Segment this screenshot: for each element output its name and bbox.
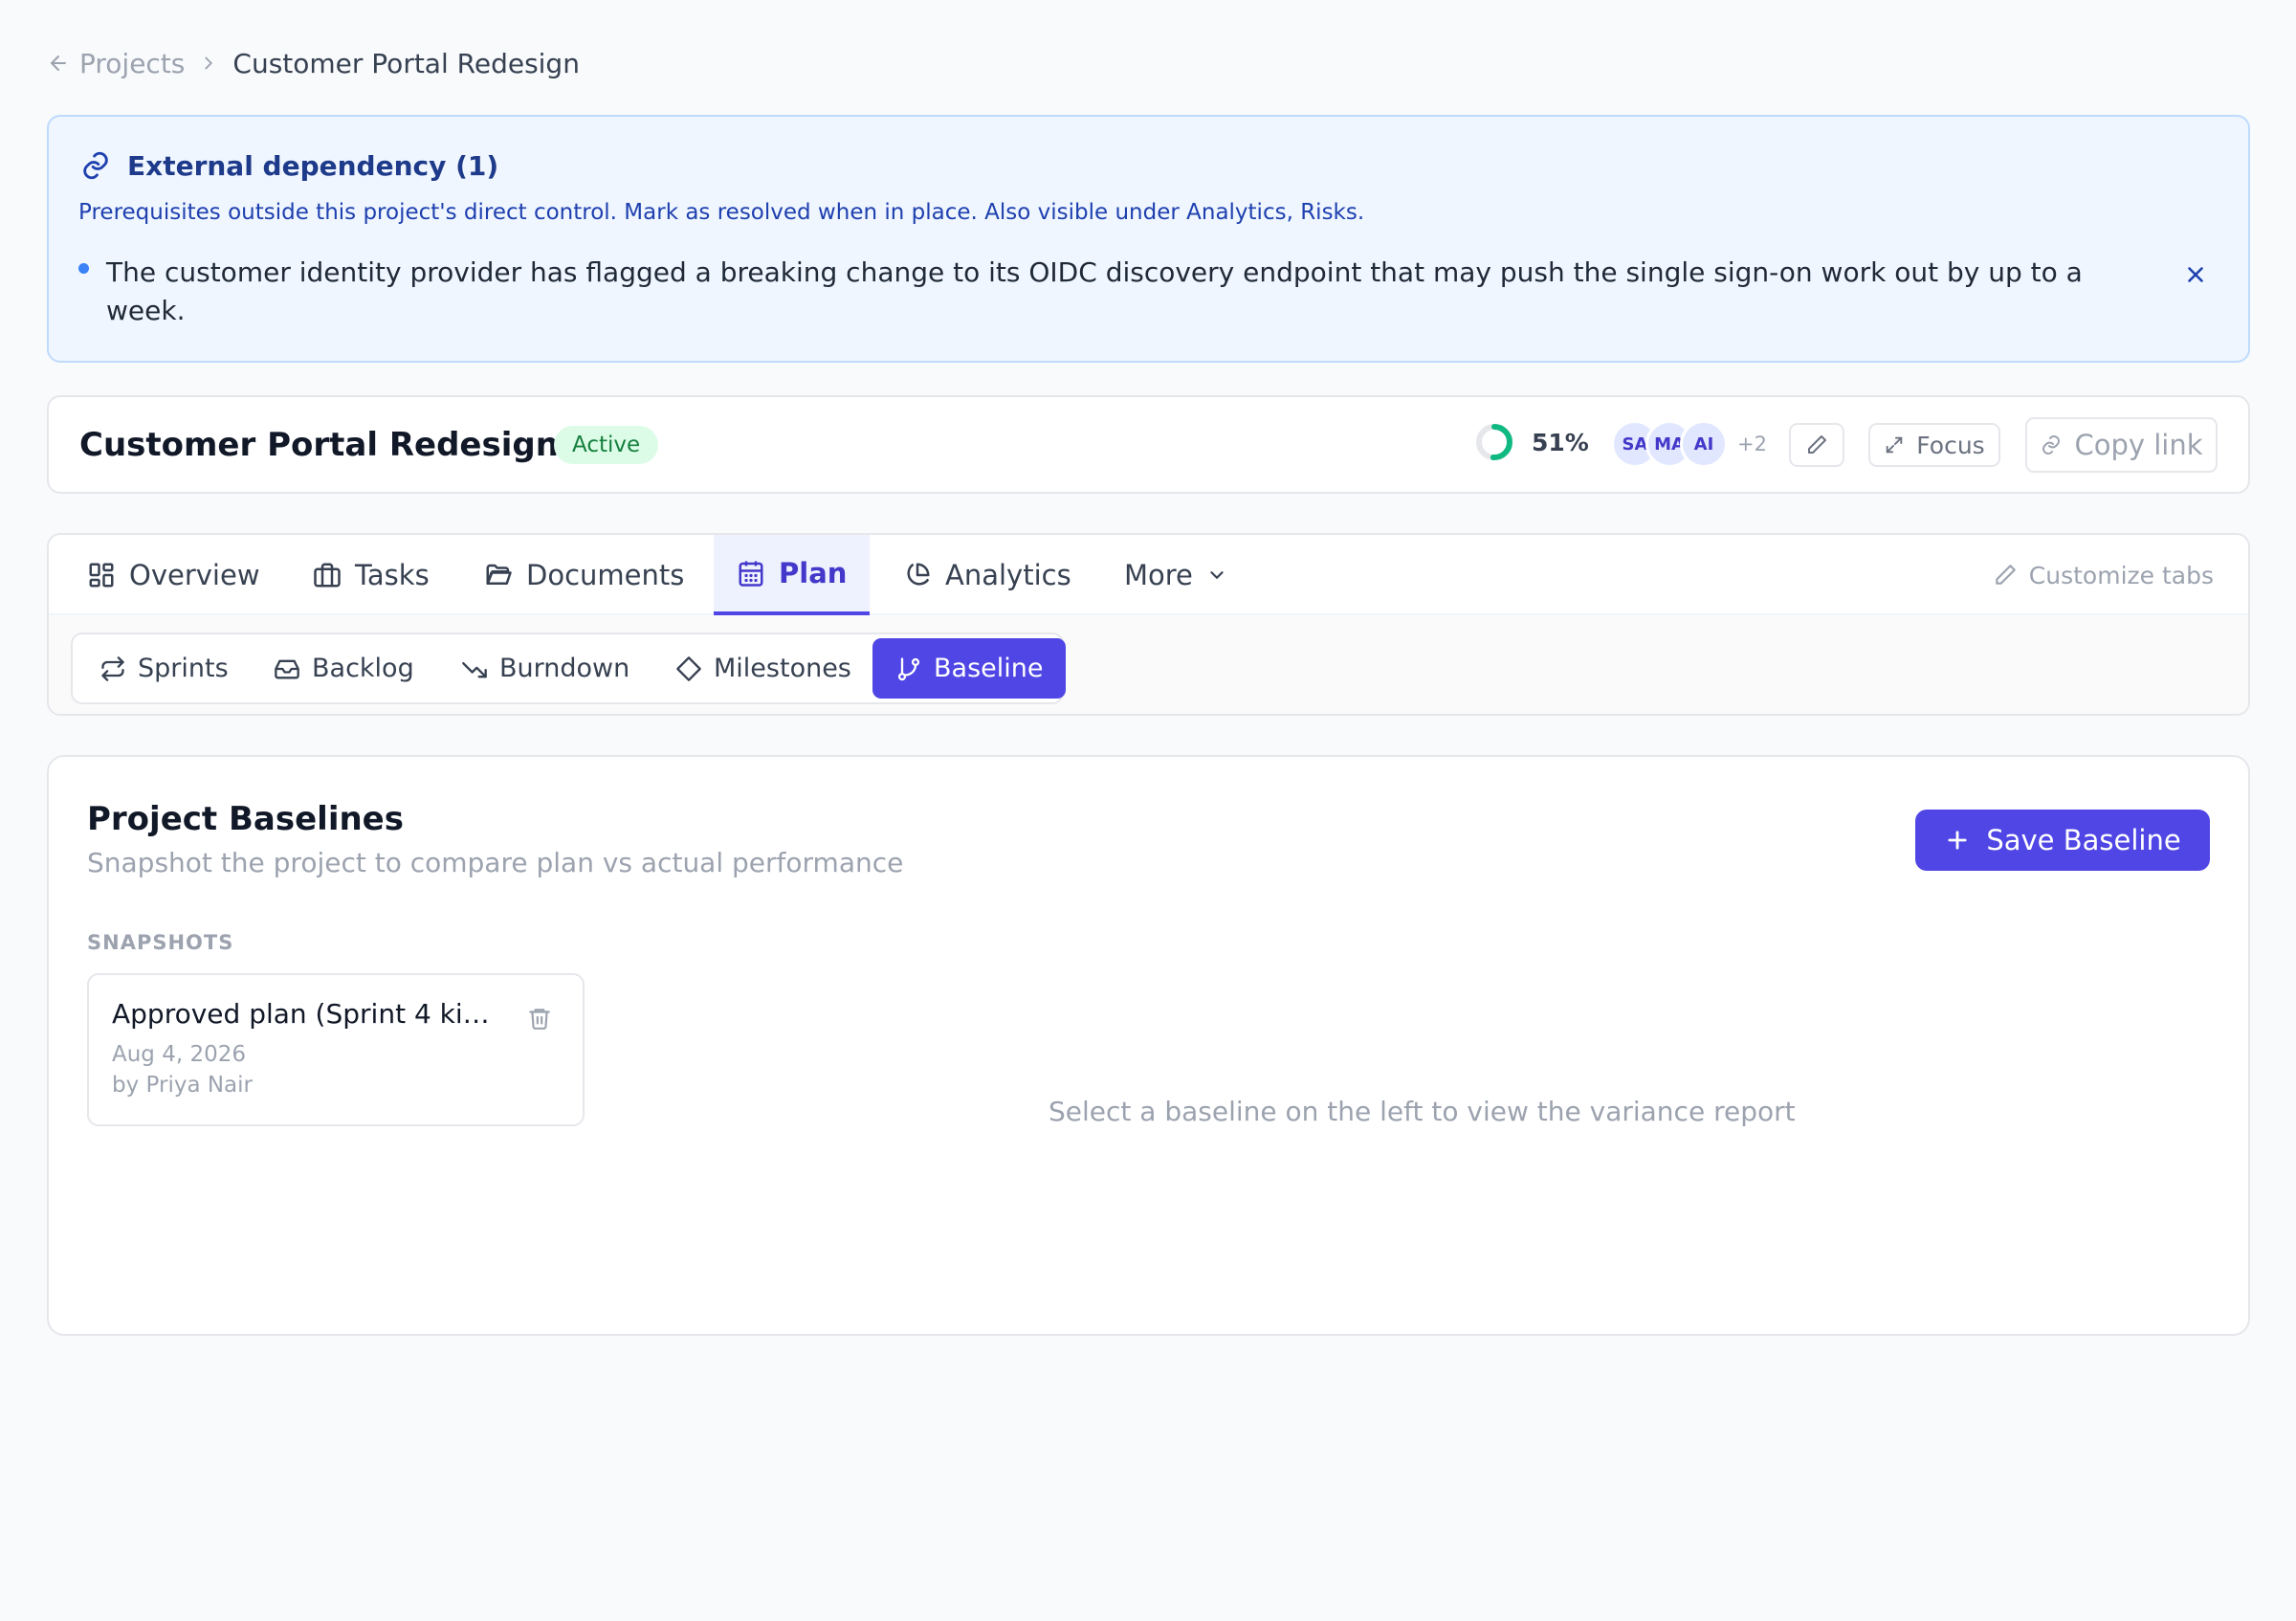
customize-tabs-button[interactable]: Customize tabs: [1993, 556, 2214, 594]
baselines-subtitle: Snapshot the project to compare plan vs …: [87, 847, 904, 878]
expand-icon: [1884, 434, 1905, 455]
tab-overview[interactable]: Overview: [87, 535, 260, 615]
team-avatars[interactable]: SA MA AI +2: [1611, 420, 1767, 468]
tab-analytics[interactable]: Analytics: [903, 535, 1071, 615]
customize-tabs-label: Customize tabs: [2028, 561, 2214, 589]
copy-link-label: Copy link: [2074, 429, 2203, 461]
tab-plan[interactable]: Plan: [714, 535, 871, 615]
tab-label: Overview: [129, 559, 260, 591]
subtab-label: Sprints: [138, 654, 229, 683]
chevron-right-icon: [198, 53, 219, 74]
progress-indicator: 51%: [1474, 422, 1589, 462]
save-baseline-button[interactable]: Save Baseline: [1915, 810, 2210, 871]
arrow-left-icon: [47, 52, 70, 75]
edit-project-button[interactable]: [1789, 423, 1844, 467]
tab-label: More: [1124, 559, 1193, 591]
copy-link-button[interactable]: Copy link: [2025, 417, 2218, 473]
main-tabs: Overview Tasks Documents Plan Analytics: [49, 535, 2248, 615]
trash-icon[interactable]: [527, 1006, 552, 1031]
pencil-icon: [1993, 563, 2018, 588]
subtab-label: Backlog: [312, 654, 414, 683]
inbox-icon: [274, 655, 300, 682]
snapshot-date: Aug 4, 2026: [112, 1042, 247, 1067]
plan-subtabs-bar: Sprints Backlog Burndown Milestones Base…: [49, 615, 2248, 714]
tabs-card: Overview Tasks Documents Plan Analytics: [47, 533, 2250, 716]
project-title: Customer Portal Redesign: [79, 426, 559, 464]
focus-button[interactable]: Focus: [1868, 423, 2000, 467]
avatars-more-count[interactable]: +2: [1737, 433, 1767, 455]
progress-percent: 51%: [1532, 428, 1589, 456]
tab-label: Documents: [526, 559, 685, 591]
calendar-icon: [737, 559, 765, 588]
grid-icon: [87, 561, 116, 589]
trending-down-icon: [461, 655, 488, 682]
snapshots-label: SNAPSHOTS: [87, 931, 234, 954]
subtab-baseline[interactable]: Baseline: [872, 638, 1067, 699]
tab-documents[interactable]: Documents: [484, 535, 684, 615]
save-baseline-label: Save Baseline: [1986, 824, 2181, 856]
close-icon[interactable]: [2183, 262, 2260, 287]
focus-label: Focus: [1916, 431, 1985, 459]
briefcase-icon: [313, 561, 342, 589]
progress-ring: [1476, 424, 1512, 460]
subtab-label: Baseline: [934, 654, 1044, 683]
subtab-backlog[interactable]: Backlog: [274, 634, 414, 702]
pie-chart-icon: [903, 561, 932, 589]
tab-label: Analytics: [945, 559, 1071, 591]
dependency-text: The customer identity provider has flagg…: [106, 256, 2083, 326]
snapshot-name: Approved plan (Sprint 4 kickoff): [112, 998, 495, 1030]
subtab-sprints[interactable]: Sprints: [99, 634, 229, 702]
snapshot-card[interactable]: Approved plan (Sprint 4 kickoff) Aug 4, …: [87, 973, 585, 1126]
dependency-item: The customer identity provider has flagg…: [78, 254, 2164, 330]
bullet-dot: [78, 263, 89, 274]
tab-label: Tasks: [355, 559, 430, 591]
plan-subtabs: Sprints Backlog Burndown Milestones Base…: [71, 633, 1067, 704]
baselines-panel: Project Baselines Snapshot the project t…: [47, 755, 2250, 1336]
banner-header: External dependency (1): [79, 149, 498, 182]
banner-title: External dependency (1): [127, 149, 499, 182]
subtab-milestones[interactable]: Milestones: [675, 634, 851, 702]
subtab-label: Milestones: [714, 654, 851, 683]
tab-more[interactable]: More: [1124, 535, 1227, 615]
subtab-burndown[interactable]: Burndown: [461, 634, 629, 702]
breadcrumb-parent-label: Projects: [79, 47, 186, 79]
chevron-down-icon: [1206, 565, 1227, 586]
breadcrumb-current: Customer Portal Redesign: [232, 47, 580, 79]
status-badge: Active: [554, 426, 659, 464]
link-icon: [79, 149, 112, 182]
empty-variance-message: Select a baseline on the left to view th…: [1049, 1096, 1796, 1127]
diamond-icon: [675, 655, 702, 682]
git-branch-icon: [895, 655, 922, 682]
plus-icon: [1944, 827, 1971, 854]
snapshot-author: by Priya Nair: [112, 1073, 253, 1098]
tab-label: Plan: [779, 557, 848, 589]
repeat-icon: [99, 655, 126, 682]
project-header-card: Customer Portal Redesign Active 51% SA M…: [47, 395, 2250, 494]
banner-description: Prerequisites outside this project's dir…: [78, 200, 1365, 225]
breadcrumb-projects-link[interactable]: Projects: [47, 48, 185, 79]
breadcrumb: Projects Customer Portal Redesign: [47, 46, 580, 80]
folder-icon: [484, 561, 513, 589]
link-icon: [2040, 433, 2063, 456]
subtab-label: Burndown: [499, 654, 630, 683]
pencil-icon: [1805, 433, 1828, 456]
tab-tasks[interactable]: Tasks: [313, 535, 430, 615]
baselines-title: Project Baselines: [87, 800, 404, 838]
avatar[interactable]: AI: [1680, 420, 1728, 468]
